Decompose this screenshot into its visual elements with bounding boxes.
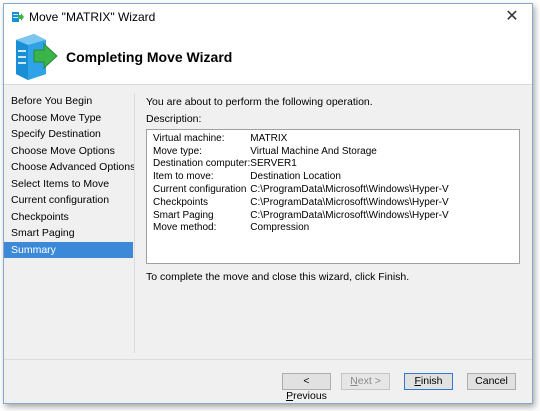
nav-item-select-items-to-move[interactable]: Select Items to Move [4, 176, 133, 193]
cancel-button[interactable]: Cancel [467, 373, 516, 390]
detail-value: SERVER1 [250, 158, 297, 170]
move-wizard-icon [12, 12, 24, 22]
nav-item-checkpoints[interactable]: Checkpoints [4, 209, 133, 226]
server-arrow-icon [16, 34, 58, 80]
finish-button[interactable]: Finish [404, 373, 453, 390]
intro-text: You are about to perform the following o… [146, 96, 373, 108]
wizard-header: Completing Move Wizard [4, 30, 532, 85]
detail-value: Destination Location [250, 171, 341, 183]
nav-item-choose-move-type[interactable]: Choose Move Type [4, 110, 133, 127]
nav-item-summary[interactable]: Summary [4, 241, 133, 258]
nav-item-smart-paging[interactable]: Smart Paging [4, 225, 133, 242]
next-button[interactable]: Next > [341, 373, 390, 390]
next-button-label: Next > [350, 375, 381, 387]
detail-key: Item to move: [153, 171, 214, 183]
footer-divider [4, 359, 532, 360]
cancel-button-label: Cancel [475, 375, 508, 387]
detail-value: C:\ProgramData\Microsoft\Windows\Hyper-V [250, 184, 449, 196]
page-title: Completing Move Wizard [66, 49, 233, 65]
nav-item-current-configuration[interactable]: Current configuration [4, 192, 133, 209]
detail-row: Virtual machine: MATRIX [153, 132, 449, 145]
detail-row: Item to move: Destination Location [153, 170, 449, 183]
previous-button-label: < Previous [286, 375, 327, 402]
detail-value: Compression [250, 222, 310, 234]
wizard-steps-nav: Before You Begin Choose Move Type Specif… [4, 93, 135, 356]
close-button[interactable]: ✕ [492, 4, 532, 30]
previous-button[interactable]: < Previous [282, 373, 331, 402]
detail-key: Smart Paging [153, 209, 214, 221]
move-wizard-window: Move "MATRIX" Wizard ✕ Completing Move W… [3, 3, 533, 404]
finish-instructions: To complete the move and close this wiza… [146, 271, 410, 283]
detail-row: Smart Paging C:\ProgramData\Microsoft\Wi… [153, 209, 449, 222]
detail-value: C:\ProgramData\Microsoft\Windows\Hyper-V [250, 196, 449, 208]
detail-row: Move type: Virtual Machine And Storage [153, 145, 449, 158]
detail-value: Virtual Machine And Storage [250, 145, 377, 157]
detail-row: Checkpoints C:\ProgramData\Microsoft\Win… [153, 196, 449, 209]
detail-key: Move type: [153, 145, 202, 157]
nav-item-specify-destination[interactable]: Specify Destination [4, 126, 133, 143]
window-title: Move "MATRIX" Wizard [29, 10, 156, 24]
detail-key: Destination computer: [153, 158, 251, 170]
detail-key: Move method: [153, 222, 217, 234]
finish-button-label: Finish [414, 375, 443, 387]
description-box[interactable]: Virtual machine: MATRIX Move type: Virtu… [146, 129, 520, 264]
detail-key: Current configuration [153, 184, 247, 196]
detail-value: C:\ProgramData\Microsoft\Windows\Hyper-V [250, 209, 449, 221]
nav-item-before-you-begin[interactable]: Before You Begin [4, 93, 133, 110]
nav-item-choose-move-options[interactable]: Choose Move Options [4, 143, 133, 160]
detail-row: Move method: Compression [153, 222, 449, 235]
title-bar[interactable]: Move "MATRIX" Wizard ✕ [4, 4, 532, 30]
detail-key: Virtual machine: [153, 132, 225, 144]
sidebar-divider [134, 93, 135, 353]
detail-row: Destination computer: SERVER1 [153, 158, 449, 171]
detail-value: MATRIX [250, 132, 288, 144]
nav-item-choose-advanced-options[interactable]: Choose Advanced Options [4, 159, 135, 176]
detail-key: Checkpoints [153, 196, 209, 208]
detail-row: Current configuration C:\ProgramData\Mic… [153, 183, 449, 196]
description-label: Description: [146, 113, 202, 125]
close-icon: ✕ [505, 8, 519, 25]
details-table: Virtual machine: MATRIX Move type: Virtu… [153, 132, 449, 234]
